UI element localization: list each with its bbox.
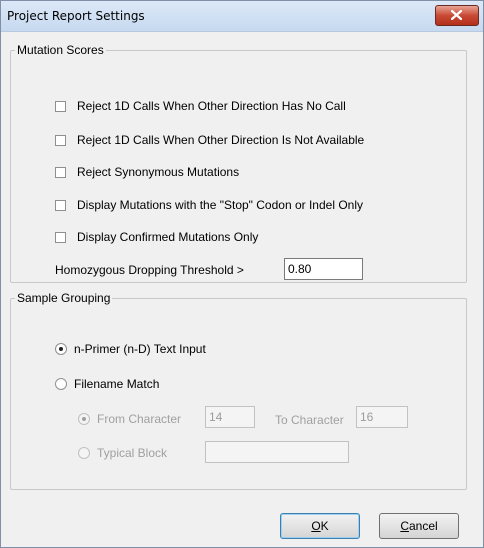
ok-button[interactable]: OK [280,513,360,539]
dialog-window: Project Report Settings Mutation Scores … [0,0,484,548]
n-primer-radio[interactable] [55,343,67,355]
title-bar[interactable]: Project Report Settings [1,1,483,32]
ok-accelerator: O [311,519,321,533]
option-reject-synonymous[interactable]: Reject Synonymous Mutations [55,163,239,181]
confirmed-only-checkbox[interactable] [55,231,66,243]
window-title: Project Report Settings [7,9,145,23]
option-reject-no-call[interactable]: Reject 1D Calls When Other Direction Has… [55,97,346,115]
cancel-label: ancel [408,519,438,533]
reject-synonymous-label: Reject Synonymous Mutations [77,165,240,179]
close-icon [451,10,462,20]
n-primer-label: n-Primer (n-D) Text Input [74,342,206,356]
option-confirmed-only[interactable]: Display Confirmed Mutations Only [55,228,258,246]
dialog-body: Mutation Scores Reject 1D Calls When Oth… [8,32,475,546]
to-character-input [356,406,408,428]
stop-codon-indel-checkbox[interactable] [55,199,66,211]
from-character-input [205,406,255,428]
reject-not-available-checkbox[interactable] [55,134,66,146]
typical-block-label: Typical Block [97,446,168,460]
confirmed-only-label: Display Confirmed Mutations Only [77,230,259,244]
ok-label: K [320,519,329,533]
mutation-scores-group: Mutation Scores Reject 1D Calls When Oth… [10,43,467,283]
filename-match-radio[interactable] [55,378,67,390]
threshold-input[interactable] [284,258,363,280]
cancel-button[interactable]: Cancel [379,513,459,539]
close-button[interactable] [435,5,479,26]
threshold-label: Homozygous Dropping Threshold > [55,263,244,277]
typical-block-radio [78,447,90,459]
reject-no-call-label: Reject 1D Calls When Other Direction Has… [77,99,346,113]
filename-match-label: Filename Match [74,377,160,391]
mutation-scores-legend: Mutation Scores [17,43,104,57]
option-reject-not-available[interactable]: Reject 1D Calls When Other Direction Is … [55,131,364,149]
option-typical-block: Typical Block [78,444,167,462]
from-character-label: From Character [97,412,182,426]
reject-synonymous-checkbox[interactable] [55,166,66,178]
from-character-radio [78,413,90,425]
typical-block-input [205,441,349,463]
reject-not-available-label: Reject 1D Calls When Other Direction Is … [77,133,365,147]
to-character-label: To Character [275,413,344,427]
option-from-character: From Character [78,410,181,428]
sample-grouping-group: Sample Grouping n-Primer (n-D) Text Inpu… [10,291,467,490]
option-filename-match[interactable]: Filename Match [55,375,159,393]
option-stop-codon-indel[interactable]: Display Mutations with the "Stop" Codon … [55,196,363,214]
stop-codon-indel-label: Display Mutations with the "Stop" Codon … [77,198,363,212]
sample-grouping-legend: Sample Grouping [17,291,111,305]
reject-no-call-checkbox[interactable] [55,100,66,112]
cancel-accelerator: C [400,519,409,533]
option-n-primer[interactable]: n-Primer (n-D) Text Input [55,340,206,358]
